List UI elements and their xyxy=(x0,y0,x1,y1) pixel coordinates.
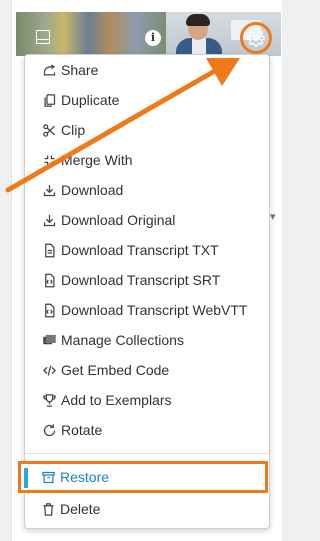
share-icon xyxy=(41,62,57,78)
menu-item-label: Duplicate xyxy=(61,92,120,108)
menu-item-label: Download Transcript WebVTT xyxy=(61,302,248,318)
menu-item-label: Delete xyxy=(60,501,101,517)
file-code-icon xyxy=(41,272,57,288)
sort-caret-icon[interactable]: ▾ xyxy=(270,210,281,230)
menu-item-download-transcript-webvtt[interactable]: Download Transcript WebVTT xyxy=(25,295,269,325)
menu-item-merge-with[interactable]: Merge With xyxy=(25,145,269,175)
menu-item-label: Manage Collections xyxy=(61,332,184,348)
file-code-icon xyxy=(41,302,57,318)
menu-item-label: Download Transcript SRT xyxy=(61,272,221,288)
download-icon xyxy=(41,182,57,198)
menu-item-manage-collections[interactable]: Manage Collections xyxy=(25,325,269,355)
info-icon[interactable]: i xyxy=(145,30,161,46)
menu-item-label: Share xyxy=(61,62,99,78)
duplicate-icon xyxy=(41,92,57,108)
menu-item-download-original[interactable]: Download Original xyxy=(25,205,269,235)
menu-item-label: Rotate xyxy=(61,422,103,438)
menu-item-label: Add to Exemplars xyxy=(61,392,172,408)
download-icon xyxy=(41,212,57,228)
options-dropdown-menu: Share Duplicate Clip Merge With Download… xyxy=(24,54,270,529)
menu-item-label: Get Embed Code xyxy=(61,362,170,378)
trophy-icon xyxy=(41,392,57,408)
menu-item-clip[interactable]: Clip xyxy=(25,115,269,145)
menu-item-label: Download Transcript TXT xyxy=(61,242,219,258)
menu-item-add-to-exemplars[interactable]: Add to Exemplars xyxy=(25,385,269,415)
rotate-icon xyxy=(41,422,57,438)
menu-item-restore[interactable]: Restore xyxy=(25,463,265,491)
collections-icon xyxy=(41,332,57,348)
menu-item-delete[interactable]: Delete xyxy=(25,494,269,524)
menu-item-rotate[interactable]: Rotate xyxy=(25,415,269,445)
merge-icon xyxy=(41,152,57,168)
menu-item-label: Download xyxy=(61,182,124,198)
settings-gear-button[interactable] xyxy=(240,22,272,54)
menu-item-download-transcript-srt[interactable]: Download Transcript SRT xyxy=(25,265,269,295)
menu-item-label: Download Original xyxy=(61,212,176,228)
gear-icon xyxy=(247,29,265,47)
select-checkbox-icon[interactable] xyxy=(36,30,50,44)
menu-item-label: Merge With xyxy=(61,152,133,168)
menu-item-download[interactable]: Download xyxy=(25,175,269,205)
code-icon xyxy=(41,362,57,378)
trash-icon xyxy=(40,501,56,517)
menu-item-duplicate[interactable]: Duplicate xyxy=(25,85,269,115)
archive-icon xyxy=(40,469,56,485)
menu-item-share[interactable]: Share xyxy=(25,55,269,85)
scissors-icon xyxy=(41,122,57,138)
menu-item-label: Clip xyxy=(61,122,86,138)
menu-item-download-transcript-txt[interactable]: Download Transcript TXT xyxy=(25,235,269,265)
file-icon xyxy=(41,242,57,258)
menu-divider xyxy=(25,453,269,454)
menu-item-get-embed-code[interactable]: Get Embed Code xyxy=(25,355,269,385)
menu-item-label: Restore xyxy=(60,469,110,485)
